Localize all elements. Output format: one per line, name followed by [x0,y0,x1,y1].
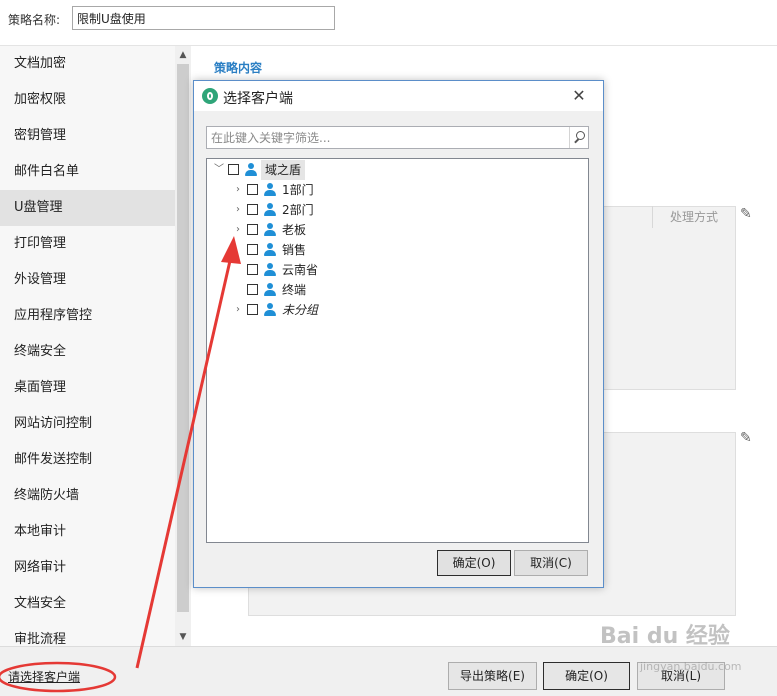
sidebar-item-print-management[interactable]: 打印管理 [0,226,175,262]
baidu-watermark: Bai du 经验 [600,624,730,649]
user-group-icon [263,263,277,277]
expand-arrow-icon[interactable]: › [232,300,244,320]
policy-name-input[interactable] [72,6,335,30]
scroll-up-arrow-icon[interactable]: ▲ [175,48,191,62]
tree-node-label: 2部门 [282,203,314,217]
expand-arrow-icon[interactable]: › [232,200,244,220]
collapse-arrow-icon[interactable]: ﹀ [213,160,225,180]
policy-content-title: 策略内容 [214,61,263,75]
dialog-title: 选择客户端 [223,91,293,107]
expand-arrow-icon[interactable]: › [232,180,244,200]
sidebar-item-peripheral-management[interactable]: 外设管理 [0,262,175,298]
policy-name-bar: 策略名称: [0,0,777,46]
sidebar-item-usb-management[interactable]: U盘管理 [0,190,175,226]
sidebar-item-local-audit[interactable]: 本地审计 [0,514,175,550]
search-icon[interactable] [569,127,590,148]
dialog-titlebar: 选择客户端 ✕ [194,81,603,111]
sidebar-item-desktop-management[interactable]: 桌面管理 [0,370,175,406]
filter-input[interactable] [207,127,575,148]
sidebar-item-app-control[interactable]: 应用程序管控 [0,298,175,334]
sidebar-item-encryption-permissions[interactable]: 加密权限 [0,82,175,118]
tree-node-label: 域之盾 [261,160,306,180]
sidebar-item-doc-encryption[interactable]: 文档加密 [0,46,175,82]
filter-box [206,126,589,149]
tree-checkbox[interactable] [247,244,258,255]
dialog-ok-button[interactable]: 确定(O) [437,550,511,576]
sidebar-item-network-audit[interactable]: 网络审计 [0,550,175,586]
user-group-icon [263,203,277,217]
sidebar-item-website-access[interactable]: 网站访问控制 [0,406,175,442]
user-group-icon [263,303,277,317]
tree-node-label: 销售 [282,243,307,257]
dialog-cancel-button[interactable]: 取消(C) [514,550,588,576]
tree-checkbox[interactable] [247,204,258,215]
tree-checkbox[interactable] [247,224,258,235]
user-group-icon [263,223,277,237]
select-client-dialog: 选择客户端 ✕ ﹀ 域之盾 › 1部门 › 2部门 › 老板 [193,80,604,588]
baidu-watermark-url: jingyan.baidu.com [640,660,742,673]
sidebar: 文档加密 加密权限 密钥管理 邮件白名单 U盘管理 打印管理 外设管理 应用程序… [0,46,175,646]
scrollbar-thumb[interactable] [177,64,189,612]
policy-name-label: 策略名称: [8,13,61,27]
sidebar-item-mail-whitelist[interactable]: 邮件白名单 [0,154,175,190]
tree-checkbox[interactable] [247,304,258,315]
sidebar-item-doc-security[interactable]: 文档安全 [0,586,175,622]
tree-node-label: 云南省 [282,263,319,277]
tree-node-label: 终端 [282,283,307,297]
sidebar-item-approval-flow[interactable]: 审批流程 [0,622,175,646]
client-tree: ﹀ 域之盾 › 1部门 › 2部门 › 老板 销售 云南省 终端 › 未分组 [206,158,589,543]
tree-checkbox[interactable] [247,264,258,275]
sidebar-item-firewall[interactable]: 终端防火墙 [0,478,175,514]
edit-pencil-icon-2[interactable]: ✎ [740,430,752,446]
edit-pencil-icon[interactable]: ✎ [740,206,752,222]
tree-node-label: 未分组 [282,303,319,317]
user-group-icon [263,283,277,297]
tree-checkbox[interactable] [228,164,239,175]
column-header-handling: 处理方式 [652,206,735,228]
user-group-icon [263,243,277,257]
tree-node-label: 1部门 [282,183,314,197]
tree-expander [232,260,244,280]
export-policy-button[interactable]: 导出策略(E) [448,662,537,690]
app-logo-icon [202,88,218,104]
tree-checkbox[interactable] [247,184,258,195]
tree-expander [232,240,244,260]
sidebar-item-endpoint-security[interactable]: 终端安全 [0,334,175,370]
ok-button[interactable]: 确定(O) [543,662,630,690]
sidebar-item-key-management[interactable]: 密钥管理 [0,118,175,154]
user-group-icon [263,183,277,197]
sidebar-item-mail-send-control[interactable]: 邮件发送控制 [0,442,175,478]
sidebar-scrollbar[interactable]: ▲ ▼ [175,46,191,646]
scroll-down-arrow-icon[interactable]: ▼ [175,630,191,644]
select-client-link[interactable]: 请选择客户端 [8,668,80,685]
tree-node-label: 老板 [282,223,307,237]
close-icon[interactable]: ✕ [568,85,590,107]
user-group-icon [244,163,258,177]
tree-checkbox[interactable] [247,284,258,295]
tree-expander [232,280,244,300]
expand-arrow-icon[interactable]: › [232,220,244,240]
